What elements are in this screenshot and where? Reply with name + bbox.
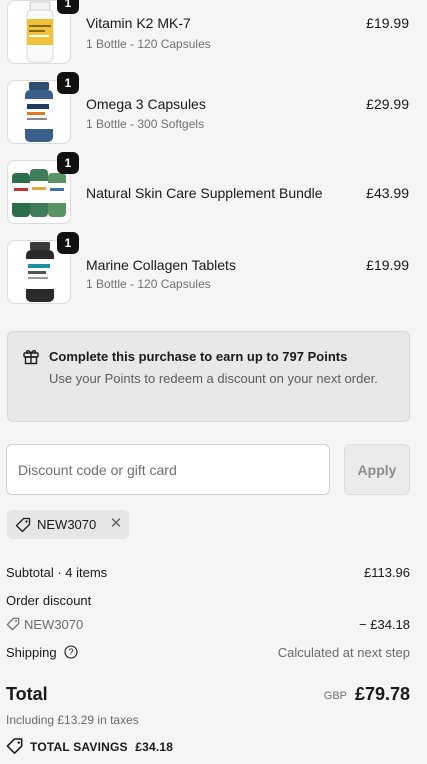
help-icon[interactable]: ? [64,645,78,659]
discount-code-input[interactable] [6,444,330,495]
product-price: £29.99 [366,96,409,112]
discount-code-row: NEW3070 [6,617,83,632]
discount-code-text: NEW3070 [24,617,84,632]
product-price: £19.99 [366,257,409,273]
product-thumbnail: 1 [7,0,79,64]
product-thumbnail: 1 [7,72,79,144]
quantity-badge: 1 [57,0,79,14]
product-variant: 1 Bottle - 300 Softgels [86,117,205,131]
apply-button[interactable]: Apply [344,444,410,495]
currency-code: GBP [323,690,347,702]
tag-icon [6,617,20,631]
applied-code-label: NEW3070 [37,517,97,532]
product-price: £43.99 [366,185,409,201]
subtotal-label: Subtotal · 4 items [6,565,108,580]
total-savings: TOTAL SAVINGS £34.18 [6,738,173,754]
product-name: Vitamin K2 MK-7 [86,15,191,31]
quantity-badge: 1 [57,152,79,174]
product-variant: 1 Bottle - 120 Capsules [86,277,211,291]
gift-icon [23,350,39,365]
subtotal-value: £113.96 [363,565,410,580]
cart-item: 1 Omega 3 Capsules 1 Bottle - 300 Softge… [0,72,427,150]
discount-value: − £34.18 [359,617,410,632]
cart-item: 1 Natural Skin Care Supplement Bundle £4… [0,152,427,230]
tag-icon [6,738,23,754]
cart-item: 1 Marine Collagen Tablets 1 Bottle - 120… [0,232,427,310]
total-label: Total [6,684,48,704]
points-title: Complete this purchase to earn up to 797… [49,349,348,364]
product-variant: 1 Bottle - 120 Capsules [86,37,211,51]
order-discount-label: Order discount [6,593,92,608]
total-amount: £79.78 [354,684,410,704]
shipping-row: Shipping ? [6,645,78,660]
tag-icon [15,517,31,533]
shipping-value: Calculated at next step [277,645,410,660]
product-thumbnail: 1 [7,152,79,224]
product-name: Natural Skin Care Supplement Bundle [86,185,323,201]
applied-discount-chip: NEW3070 ✕ [7,510,129,539]
product-name: Marine Collagen Tablets [86,257,236,273]
quantity-badge: 1 [57,72,79,94]
quantity-badge: 1 [57,232,79,254]
savings-value: £34.18 [135,740,174,754]
points-banner: Complete this purchase to earn up to 797… [7,331,410,422]
product-price: £19.99 [366,15,409,31]
cart-item: 1 Vitamin K2 MK-7 1 Bottle - 120 Capsule… [0,0,427,70]
product-name: Omega 3 Capsules [86,96,206,112]
close-icon[interactable]: ✕ [108,515,124,533]
savings-label: TOTAL SAVINGS [30,740,128,754]
shipping-label: Shipping [6,645,57,660]
points-subtitle: Use your Points to redeem a discount on … [49,371,378,386]
product-thumbnail: 1 [7,232,79,304]
svg-text:?: ? [69,647,74,657]
tax-note: Including £13.29 in taxes [6,713,139,727]
